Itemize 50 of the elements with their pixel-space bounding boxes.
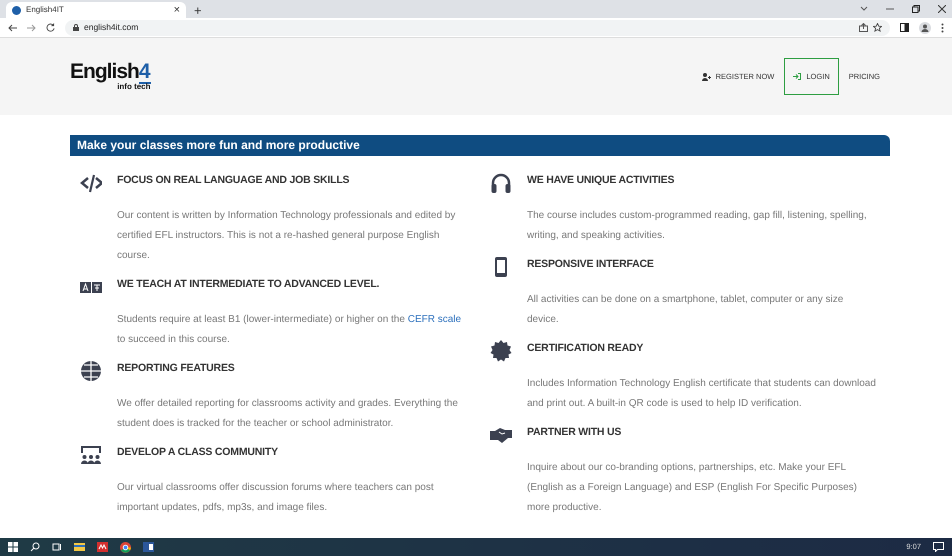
feature-description: The course includes custom-programmed reading, gap fill, listening, spelling, writing, and speaking activities.: [527, 209, 868, 243]
feature-description: All activities can be done on a smartphone, tablet, computer or any size device.: [527, 293, 844, 327]
feature-description: Inquire about our co-branding options, partnerships, etc. Make your EFL (English as a Foreign Language) and ESP (English For Specific Purposes) more productive.: [527, 461, 858, 515]
feature-title: FOCUS ON REAL LANGUAGE AND JOB SKILLS: [117, 173, 350, 188]
close-tab-button[interactable]: ×: [174, 4, 180, 16]
task-view-icon[interactable]: [52, 542, 62, 552]
headphones-icon: [490, 172, 512, 194]
feature-title: PARTNER WITH US: [527, 425, 622, 440]
search-icon[interactable]: [30, 542, 40, 552]
lock-icon: [73, 24, 79, 31]
cefr-link[interactable]: CEFR scale: [408, 314, 462, 325]
section-banner: Make your classes more fun and more productive: [70, 135, 890, 156]
windows-start-icon[interactable]: [8, 542, 18, 552]
people-icon: [80, 444, 102, 466]
close-icon[interactable]: [938, 5, 946, 13]
new-tab-button[interactable]: +: [194, 4, 202, 17]
restore-icon[interactable]: [912, 5, 920, 13]
feature-title: WE TEACH AT INTERMEDIATE TO ADVANCED LEVEL.: [117, 277, 380, 292]
profile-icon[interactable]: [919, 22, 931, 34]
feature-description: Our virtual classrooms offer discussion forums where teachers can post important updates, pdfs, mp3s, and image files.: [117, 481, 435, 515]
folder-icon[interactable]: [74, 542, 85, 552]
reload-icon[interactable]: [46, 23, 55, 32]
minimize-icon[interactable]: [886, 8, 894, 10]
logo[interactable]: English4 info tech: [70, 60, 151, 92]
word-icon[interactable]: [143, 542, 154, 552]
code-icon: [80, 172, 102, 194]
menu-icon[interactable]: [941, 22, 944, 32]
feature-title: CERTIFICATION READY: [527, 341, 644, 356]
address-bar[interactable]: english4it.com: [65, 20, 890, 36]
sign-in-icon: [793, 73, 802, 80]
feature-title: WE HAVE UNIQUE ACTIVITIES: [527, 173, 676, 188]
app-icon[interactable]: [97, 542, 108, 552]
back-icon[interactable]: [8, 24, 17, 32]
sidebar-icon[interactable]: [900, 23, 909, 32]
chevron-down-icon[interactable]: [860, 6, 868, 12]
feature-description: Includes Information Technology English certificate that students can download and print out. A built-in QR code is used to help ID verification.: [527, 377, 877, 411]
forward-icon[interactable]: [27, 24, 36, 32]
feature-title: REPORTING FEATURES: [117, 361, 236, 376]
feature-description: We offer detailed reporting for classrooms activity and grades. Everything the student does is tracked for the teacher or school administrator.: [117, 397, 459, 431]
browser-tab[interactable]: English4IT ×: [6, 2, 186, 18]
share-icon[interactable]: [859, 23, 868, 32]
feature-title: DEVELOP A CLASS COMMUNITY: [117, 445, 279, 460]
feature-description: Students require at least B1 (lower-intermediate) or higher on the CEFR scale to succeed in this course.: [117, 313, 462, 347]
feature-title: RESPONSIVE INTERFACE: [527, 257, 655, 272]
star-icon[interactable]: [873, 23, 882, 32]
notification-icon[interactable]: [933, 542, 944, 552]
badge-icon: [490, 340, 512, 362]
chrome-icon[interactable]: [120, 542, 131, 552]
add-user-icon: [702, 72, 711, 80]
feature-description: Our content is written by Information Technology professionals and edited by certified EFL instructors. This is not a re-hashed general purpose English course.: [117, 209, 456, 263]
